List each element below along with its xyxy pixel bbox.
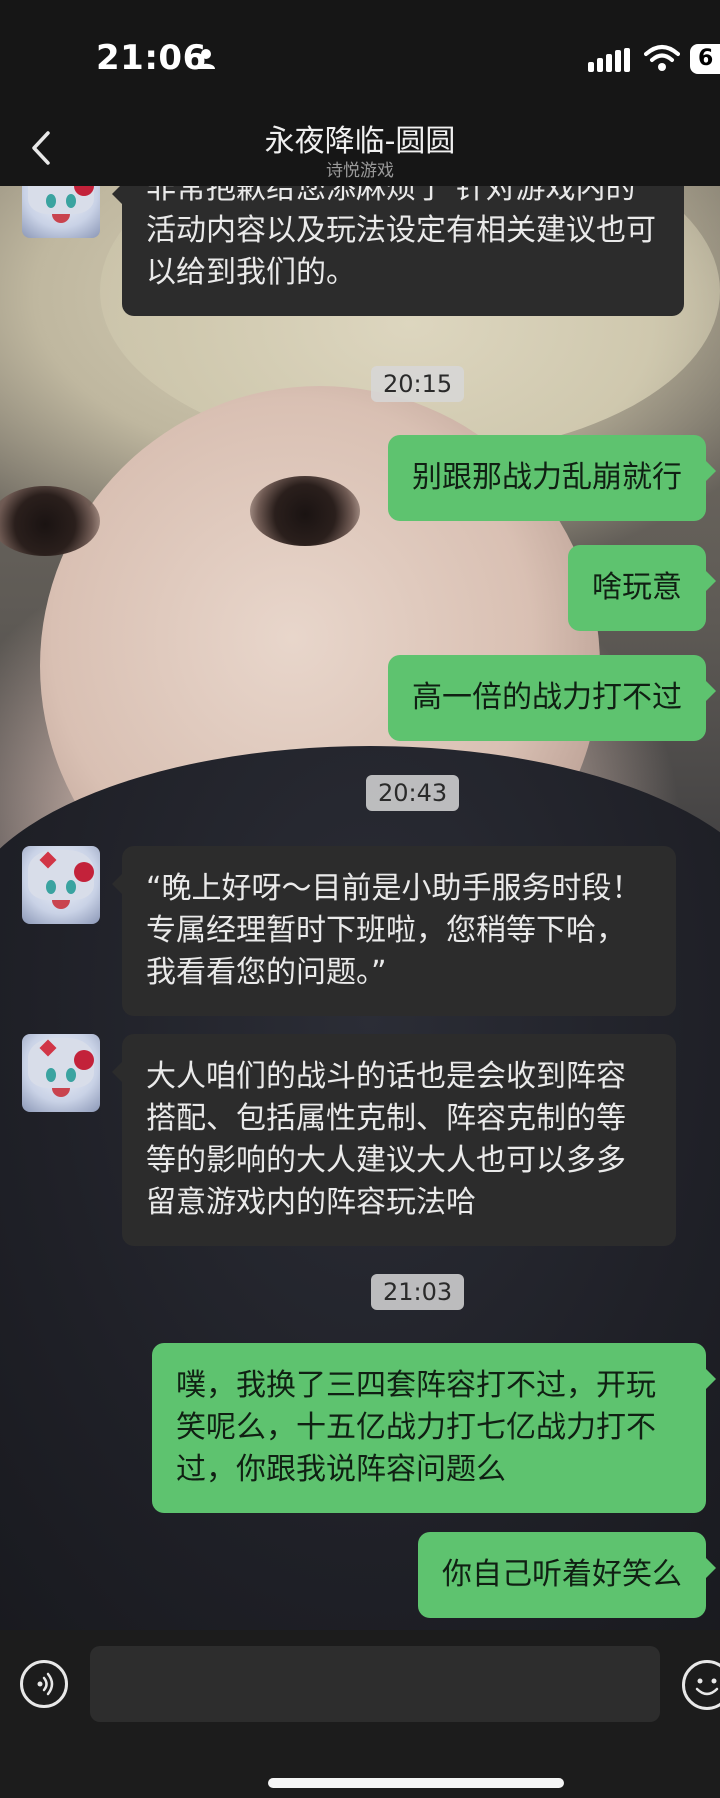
incoming-message[interactable]: 大人咱们的战斗的话也是会收到阵容搭配、包括属性克制、阵容克制的等等的影响的大人建… — [112, 1034, 676, 1246]
outgoing-message[interactable]: 你自己听着好笑么 — [418, 1532, 716, 1618]
outgoing-message[interactable]: 高一倍的战力打不过 — [388, 655, 716, 741]
battery-level: 6 — [698, 46, 714, 71]
timestamp: 20:15 — [371, 366, 465, 402]
message-input[interactable] — [90, 1646, 660, 1722]
contact-avatar[interactable] — [22, 846, 100, 924]
chat-subtitle: 诗悦游戏 — [326, 161, 394, 181]
chat-header: 永夜降临-圆圆 诗悦游戏 — [0, 110, 720, 186]
status-bar: 21:06 6 — [0, 0, 720, 110]
incoming-message[interactable]: “晚上好呀～目前是小助手服务时段！专属经理暂时下班啦，您稍等下哈，我看看您的问题… — [112, 846, 676, 1016]
emoji-icon[interactable] — [682, 1660, 720, 1710]
outgoing-message[interactable]: 啥玩意 — [568, 545, 716, 631]
outgoing-message[interactable]: 噗，我换了三四套阵容打不过，开玩笑呢么，十五亿战力打七亿战力打不过，你跟我说阵容… — [152, 1343, 716, 1513]
contact-avatar[interactable] — [22, 186, 100, 238]
timestamp: 20:43 — [366, 775, 460, 811]
wifi-icon — [644, 45, 680, 71]
outgoing-message[interactable]: 别跟那战力乱崩就行 — [388, 435, 716, 521]
battery-icon: 6 — [690, 44, 720, 74]
incoming-message[interactable]: 非常抱歉给您添麻烦了 针对游戏内的活动内容以及玩法设定有相关建议也可以给到我们的… — [112, 186, 684, 316]
message-list[interactable]: 非常抱歉给您添麻烦了 针对游戏内的活动内容以及玩法设定有相关建议也可以给到我们的… — [0, 186, 720, 1630]
home-indicator[interactable] — [268, 1778, 564, 1788]
input-bar — [0, 1630, 720, 1798]
signal-icon — [588, 48, 630, 72]
contact-avatar[interactable] — [22, 1034, 100, 1112]
status-time: 21:06 — [96, 38, 207, 78]
timestamp: 21:03 — [371, 1274, 465, 1310]
chat-title[interactable]: 永夜降临-圆圆 — [0, 116, 720, 160]
voice-input-icon[interactable] — [20, 1660, 68, 1708]
person-icon — [197, 49, 215, 69]
